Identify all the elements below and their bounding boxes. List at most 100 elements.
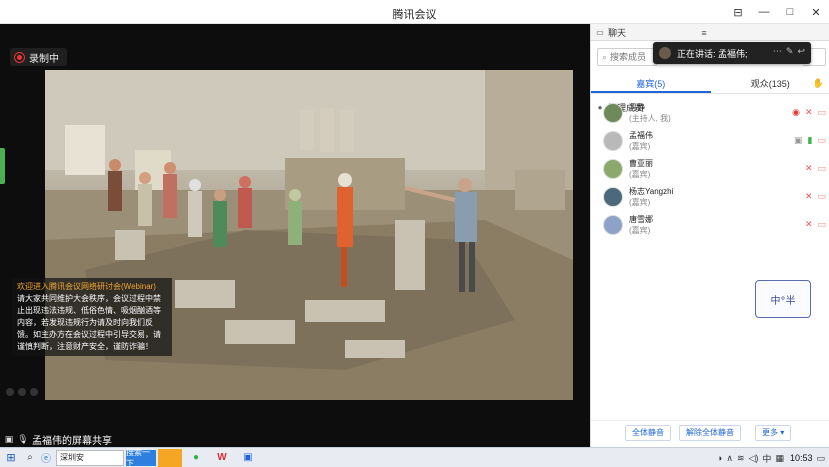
mic-icon[interactable]: ✎ [786,46,794,57]
member-name: 曹亚丽 [629,159,653,168]
member-name: 冯静 [629,103,645,112]
system-tray: ◑ ∧ ≋ ◁) 中 ▦ 10:53 ▭ [717,448,825,467]
tab-guests[interactable]: 嘉宾(5) [591,74,711,93]
chat-icon: ▭ [596,28,604,37]
role-tabs: 嘉宾(5) 观众(135) ✋ [591,74,829,94]
shared-screen-area: 录制中 欢迎进入腾讯会议网络研讨会(Webinar) 请大家共同维护大会秩序，会… [0,24,590,447]
maximize-button[interactable]: □ [777,0,803,24]
view-dot[interactable] [6,388,14,396]
record-icon [14,51,25,63]
member-role: (嘉宾) [629,170,651,179]
microphone-icon: 🎙 [17,433,29,444]
member-search-input[interactable] [610,52,651,62]
avatar [603,103,623,123]
speaking-indicator: 正在讲话: 孟福伟; ⋯ ✎ ↩ [653,42,811,64]
meeting-app-icon[interactable]: ▣ [236,449,260,467]
mute-all-button[interactable]: 全体静音 [625,424,671,441]
notice-title: 欢迎进入腾讯会议网络研讨会(Webinar) [17,282,156,291]
taskbar-search-button[interactable]: 搜索一下 [126,448,156,467]
tray-expand-icon[interactable]: ∧ [726,453,733,464]
taskbar-search-input[interactable]: 深圳安 [56,449,124,466]
side-handle[interactable] [0,148,5,184]
camera-off-icon[interactable]: ▭ [817,107,826,118]
taskbar: ⊞ ⌕ ⓔ 深圳安 搜索一下 ● W ▣ ◑ ∧ ≋ ◁) 中 ▦ 10:53 … [0,447,829,467]
raise-hand-icon[interactable]: ✋ [813,78,824,89]
member-row[interactable]: 曹亚丽 (嘉宾) ✕ ▭ [591,155,829,183]
browser-icon[interactable]: ⓔ [38,448,54,467]
search-icon[interactable]: ⌕ [22,448,38,467]
volume-icon[interactable]: ◁) [749,453,759,464]
windows-start-icon[interactable]: ⊞ [0,448,22,467]
tab-chat-label: 聊天 [608,28,627,38]
camera-off-icon[interactable]: ▭ [817,191,826,202]
mic-muted-icon[interactable]: ✕ [805,191,813,202]
camera-off-icon[interactable]: ▭ [817,135,826,146]
tray-app-icon[interactable]: ◑ [717,453,722,463]
more-button[interactable]: 更多 ▾ [755,424,792,441]
member-info: 曹亚丽 (嘉宾) [629,158,653,180]
mic-muted-icon[interactable]: ✕ [805,219,813,230]
avatar [603,187,623,207]
share-label: 孟福伟的屏幕共享 [32,435,112,447]
member-search[interactable]: ⌕ [597,48,657,66]
speaking-controls: ⋯ ✎ ↩ [773,46,805,57]
member-row[interactable]: 唐雪娜 (嘉宾) ✕ ▭ [591,211,829,239]
avatar [603,131,623,151]
member-role: (嘉宾) [629,198,651,207]
wechat-app-icon[interactable]: ● [184,449,208,467]
member-role: (主持人, 我) [629,114,671,123]
view-dot[interactable] [18,388,26,396]
view-switcher[interactable] [6,388,38,396]
member-info: 杨志Yangzhi (嘉宾) [629,186,673,208]
recording-label: 录制中 [29,53,59,65]
member-role: (嘉宾) [629,226,651,235]
avatar [603,159,623,179]
camera-off-icon[interactable]: ▭ [817,219,826,230]
mic-muted-icon[interactable]: ✕ [805,163,813,174]
ime-icon[interactable]: 中 [762,452,771,465]
title-bar: 腾讯会议 ⊟ — □ ✕ [0,0,829,24]
screen-share-icon: ▣ [4,433,14,444]
webinar-notice: 欢迎进入腾讯会议网络研讨会(Webinar) 请大家共同维护大会秩序，会议过程中… [12,278,172,356]
speaking-text: 正在讲话: 孟福伟; [677,48,748,59]
member-row[interactable]: 杨志Yangzhi (嘉宾) ✕ ▭ [591,183,829,211]
speaker-avatar [659,47,671,59]
member-info: 唐雪娜 (嘉宾) [629,214,653,236]
screen-share-icon: ▣ [794,135,803,145]
member-role: (嘉宾) [629,142,651,151]
member-controls: ◉ ✕ ▭ [792,107,826,118]
wifi-icon[interactable]: ≋ [737,453,745,464]
notification-icon[interactable]: ▭ [816,453,825,464]
tab-audience[interactable]: 观众(135) [711,74,829,93]
tab-chat[interactable]: ▭ 聊天 [591,24,699,41]
member-info: 冯静 (主持人, 我) [629,102,671,124]
keyboard-icon[interactable]: ▦ [775,453,784,464]
panel-menu-icon[interactable]: ≡ [699,24,709,41]
panel-tabs: ▭ 聊天 ● 管理成员 ≡ [591,24,829,113]
unmute-all-button[interactable]: 解除全体静音 [679,424,741,441]
mic-active-icon[interactable]: ▮ [808,135,813,146]
folder-app-icon[interactable] [158,448,182,467]
member-row[interactable]: 冯静 (主持人, 我) ◉ ✕ ▭ [591,99,829,127]
pin-button[interactable]: ⊟ [725,0,751,24]
expand-icon[interactable]: ↩ [797,46,805,57]
member-name: 杨志Yangzhi [629,187,674,196]
window-title: 腾讯会议 [392,9,437,21]
minimize-button[interactable]: — [751,0,777,24]
camera-off-icon[interactable]: ▭ [817,163,826,174]
member-row[interactable]: 孟福伟 (嘉宾) ▣ ▮ ▭ [591,127,829,155]
member-info: 孟福伟 (嘉宾) [629,130,653,152]
view-dot[interactable] [30,388,38,396]
more-icon[interactable]: ⋯ [773,46,782,57]
avatar [603,215,623,235]
wps-app-icon[interactable]: W [210,449,234,467]
window-controls: ⊟ — □ ✕ [725,0,829,24]
close-button[interactable]: ✕ [803,0,829,24]
mic-muted-icon[interactable]: ✕ [805,107,813,118]
member-panel: ▭ 聊天 ● 管理成员 ≡ ⌕ 正在讲话: 孟福伟; ⋯ ✎ ↩ 嘉宾(5) 观… [590,24,829,447]
floating-stamp: 中°半 [755,280,811,318]
recording-icon: ◉ [792,107,800,117]
member-controls: ✕ ▭ [805,219,826,230]
member-name: 唐雪娜 [629,215,653,224]
recording-badge[interactable]: 录制中 [10,48,67,66]
